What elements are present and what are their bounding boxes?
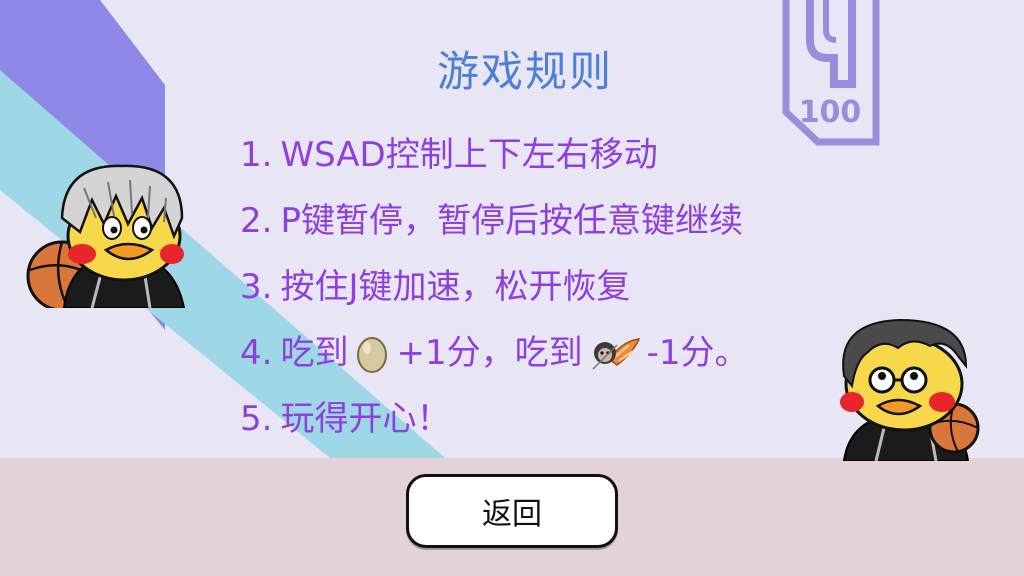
rules-list: 1. WSAD控制上下左右移动 2. P键暂停，暂停后按任意键继续 3. 按住J… <box>240 122 860 452</box>
rule-5: 5. 玩得开心！ <box>240 386 860 452</box>
rule-text: WSAD控制上下左右移动 <box>280 135 658 175</box>
game-rules-screen: 100 游戏规则 1. WSAD控制上下左右移动 2. P键暂停，暂停后按任意键… <box>0 0 1024 576</box>
rule-text-plus: +1分，吃到 <box>396 333 583 373</box>
rat-icon <box>592 338 640 370</box>
rule-number: 1. <box>240 135 273 175</box>
rule-4: 4. 吃到 +1分，吃到 -1分。 <box>240 320 860 386</box>
rule-number: 4. <box>240 333 273 373</box>
rule-3: 3. 按住J键加速，松开恢复 <box>240 254 860 320</box>
back-button[interactable]: 返回 <box>406 474 618 548</box>
rule-number: 2. <box>240 201 273 241</box>
rule-text: 按住J键加速，松开恢复 <box>280 267 631 307</box>
rule-number: 3. <box>240 267 273 307</box>
rule-text: 玩得开心！ <box>280 399 451 439</box>
rule-1: 1. WSAD控制上下左右移动 <box>240 122 860 188</box>
rule-text-minus: -1分。 <box>646 333 749 373</box>
rule-text: P键暂停，暂停后按任意键继续 <box>280 201 743 241</box>
rule-2: 2. P键暂停，暂停后按任意键继续 <box>240 188 860 254</box>
duck-character-right <box>840 318 980 461</box>
rule-text-eat: 吃到 <box>280 333 349 373</box>
rule-number: 5. <box>240 399 273 439</box>
page-title: 游戏规则 <box>436 47 613 96</box>
duck-character-left <box>26 164 186 308</box>
egg-icon <box>357 337 388 373</box>
